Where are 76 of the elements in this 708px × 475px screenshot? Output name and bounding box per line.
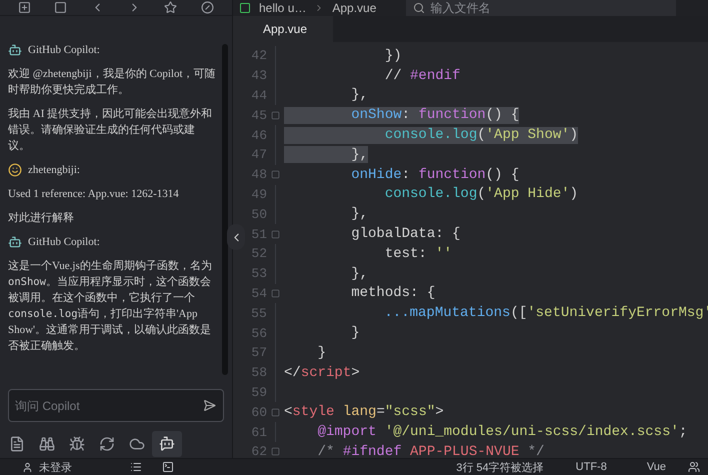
message-author: GitHub Copilot: (28, 235, 100, 250)
line-number: 55 (250, 306, 267, 321)
message-author: zhetengbiji: (28, 163, 80, 178)
robot-icon (8, 235, 22, 249)
line-number: 43 (250, 68, 267, 84)
line-number: 62 (250, 444, 267, 458)
code-line: }, (350, 206, 368, 223)
line-number: 52 (250, 246, 267, 262)
refresh-icon (99, 436, 115, 452)
line-number: 54 (250, 286, 267, 301)
code-line: test: '' (384, 245, 452, 262)
line-number: 46 (250, 128, 267, 143)
terminal-icon[interactable] (162, 461, 174, 473)
code-line: /* #ifndef APP-PLUS-NVUE */ (316, 443, 544, 458)
bot-icon (159, 436, 175, 452)
language-status[interactable]: Vue (646, 461, 666, 473)
cloud-icon (129, 436, 145, 452)
login-status[interactable]: 未登录 (22, 460, 72, 474)
code-line: } (350, 324, 360, 342)
robot-icon (8, 43, 22, 57)
message-text: 欢迎 @zhetengbiji，我是你的 Copilot，可随时帮助你更快完成工作。 (8, 66, 216, 98)
encoding-status[interactable]: UTF-8 (576, 461, 607, 473)
code-line: }, (350, 265, 368, 282)
file-tab[interactable]: App.vue (233, 16, 334, 42)
code-line: } (316, 344, 326, 362)
people-icon[interactable] (688, 461, 700, 473)
breadcrumb-item[interactable]: App.vue (332, 1, 376, 15)
code-line: }, (350, 86, 368, 104)
line-number: 59 (250, 384, 267, 400)
user-icon (22, 462, 33, 472)
code-line: <style lang="scss"> (284, 404, 444, 421)
line-number: 50 (250, 206, 267, 222)
message-author: GitHub Copilot: (28, 43, 100, 58)
file-icon (9, 436, 25, 452)
send-icon[interactable] (203, 399, 216, 412)
line-number: 44 (250, 88, 267, 103)
code-line: // #endif (384, 67, 460, 84)
line-number: 51 (250, 226, 267, 242)
message-text: 这是一个Vue.js的生命周期钩子函数，名为 onShow。当应用程序显示时，这个函数会被调用。在这个函数中，它执行了一个 console.log语句，打印出字符串'App Show'。这通常用于调试，以确认此函数是否被正确触发。 (8, 258, 213, 354)
new-tab-icon[interactable] (18, 1, 31, 14)
selection-status: 3行 54字符被选择 (456, 460, 544, 474)
code-line: methods: { (350, 284, 436, 302)
line-number: 60 (250, 404, 267, 420)
circle-icon[interactable] (201, 1, 214, 14)
code-line: @import '@/uni_modules/uni-scss/index.scss'; (316, 424, 688, 441)
message-text: Used 1 reference: App.vue: 1262-1314 (8, 187, 180, 202)
bot-button[interactable] (152, 431, 182, 457)
line-number: 57 (250, 345, 267, 360)
code-line: onHide: function() { (350, 166, 520, 184)
project-icon (239, 2, 251, 14)
line-number: 53 (250, 266, 267, 282)
line-number: 42 (250, 48, 267, 64)
binoculars-icon (39, 436, 55, 452)
star-icon[interactable] (164, 1, 178, 14)
square-icon[interactable] (54, 1, 68, 14)
line-number: 49 (250, 186, 267, 202)
file-search-field[interactable]: 输入文件名 (406, 0, 676, 16)
smiley-icon (8, 163, 22, 177)
bug-icon (69, 436, 85, 452)
line-number: 56 (250, 326, 267, 341)
line-number: 58 (250, 365, 267, 380)
line-number: 61 (250, 424, 267, 440)
message-text: 对此进行解释 (8, 211, 75, 226)
code-line: console.log('App Hide') (384, 186, 578, 203)
line-number: 47 (250, 147, 267, 162)
code-line: globalData: { (350, 226, 460, 243)
chat-input-field[interactable]: 询问 Copilot (8, 389, 224, 422)
code-line: </script> (284, 364, 360, 382)
line-number: 48 (250, 167, 267, 182)
scrollbar[interactable] (222, 44, 228, 375)
breadcrumb-item[interactable]: hello u… (259, 1, 306, 15)
message-text: 我由 AI 提供支持，因此可能会出现意外和错误。请确保验证生成的任何代码或建议。 (8, 107, 214, 154)
line-number: 45 (250, 108, 267, 123)
search-icon (413, 2, 426, 14)
collapse-button[interactable] (227, 224, 245, 250)
code-line: }) (384, 47, 402, 64)
